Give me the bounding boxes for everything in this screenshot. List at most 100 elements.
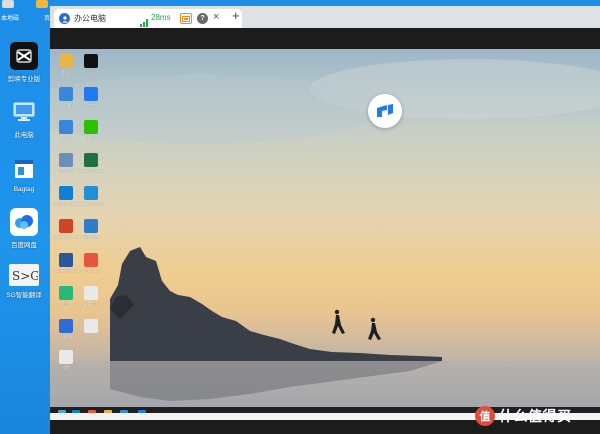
remote-desktop-icon[interactable]: QQ (78, 54, 104, 74)
remote-icon-label: 文档 (62, 366, 70, 370)
remote-icon-label: Microsoft Excel 2010 (78, 169, 104, 173)
remote-icon-label: QQ (88, 70, 94, 74)
user-icon (59, 13, 70, 24)
host-top-strip: 本地磁 页 (0, 0, 52, 22)
powerpoint-icon (59, 219, 73, 233)
wechat-icon (84, 120, 98, 134)
baidu-netdisk-icon (10, 208, 38, 236)
host-icon-label: 百度网盘 (11, 242, 37, 249)
this-pc-icon (10, 98, 38, 126)
remote-desktop-icon[interactable]: 新建文本 (78, 286, 104, 306)
remote-desktop-icon[interactable]: Microsoft PowerPoint (53, 219, 79, 239)
host-icon-this-pc[interactable]: 此电脑 (2, 98, 46, 139)
host-icon-translate[interactable]: S>G SG智能翻译 (2, 264, 46, 299)
edge-icon (59, 186, 73, 200)
letterbox-top (50, 28, 600, 49)
folder-icon (59, 54, 73, 68)
excel-icon (84, 153, 98, 167)
remote-desktop-icon[interactable]: 微信 (78, 120, 104, 140)
host-icon-label: Bagtag (13, 186, 35, 193)
remote-screen[interactable]: 回收站 QQ 此电脑 ToDesk 网络 微信控制面板 Microsoft Excel 20… (50, 49, 600, 413)
remote-desktop-icon[interactable]: 远程桌面 (78, 219, 104, 239)
app-icon[interactable] (120, 410, 128, 413)
signal-icon (140, 14, 149, 27)
wps-icon (84, 253, 98, 267)
todesk-icon (84, 87, 98, 101)
remote-icon-label: 向日葵 (60, 302, 72, 306)
document-icon (84, 319, 98, 333)
latency-readout: 28ms (151, 13, 171, 22)
fps-icon[interactable] (180, 13, 192, 24)
remote-desktop-icon[interactable]: 百度网盘 (53, 319, 79, 339)
text-file-icon (84, 286, 98, 300)
remote-desktop-icon (84, 219, 98, 233)
host-icon-baidu-netdisk[interactable]: 百度网盘 (2, 208, 46, 249)
remote-icon-label: 新建文本 (84, 302, 98, 306)
wps-icon[interactable] (88, 410, 96, 413)
qq-icon (84, 54, 98, 68)
network-icon (59, 120, 73, 134)
remote-icon-label: Microsoft PowerPoint (53, 235, 79, 239)
remote-icon-label: 控制面板 (59, 169, 73, 173)
folder-icon[interactable] (36, 0, 48, 8)
word-icon (59, 253, 73, 267)
todesk-logo-icon[interactable] (368, 94, 402, 128)
remote-icon-label: 百度网盘 (59, 335, 73, 339)
remote-icon-label: WPS Office (81, 269, 101, 273)
close-icon[interactable]: × (213, 11, 219, 23)
host-top-label: 本地磁 (1, 16, 20, 22)
remote-icon-label: Internet Explorer (78, 202, 104, 206)
watermark: 值 什么值得买 (475, 405, 572, 427)
remote-icon-label: 文档 (87, 335, 95, 339)
sunlogin-icon (59, 286, 73, 300)
remote-desktop-icon[interactable]: 向日葵 (53, 286, 79, 306)
host-icon-label: 此电脑 (14, 132, 34, 139)
file-explorer-icon[interactable] (104, 410, 112, 413)
app-window-icon (10, 155, 38, 183)
host-icon-label: SG智能翻译 (6, 292, 42, 299)
remote-desktop-icon[interactable]: 网络 (53, 120, 79, 140)
new-tab-button[interactable]: + (232, 8, 240, 23)
search-app-icon (59, 319, 73, 333)
remote-desktop-window: 办公电脑 28ms ? × + 回收站 QQ 此电脑 ToDesk 网络 微信 … (50, 6, 600, 434)
drive-icon[interactable] (2, 0, 14, 8)
remote-desktop-icon[interactable]: Internet Explorer (78, 186, 104, 206)
remote-desktop-icon[interactable]: 此电脑 (53, 87, 79, 107)
tab-office-pc[interactable]: 办公电脑 28ms ? × (54, 9, 242, 28)
remote-desktop-icon[interactable]: 控制面板 (53, 153, 79, 173)
watermark-text: 什么值得买 (499, 408, 572, 424)
remote-icon-label: 远程桌面 (84, 235, 98, 239)
remote-icon-label: Microsoft Word 2010 (53, 269, 79, 273)
tab-bar: 办公电脑 28ms ? × + (50, 6, 600, 28)
remote-icon-label: 网络 (62, 136, 70, 140)
edge-icon[interactable] (72, 410, 80, 413)
remote-desktop-icon[interactable]: ToDesk (78, 87, 104, 107)
capcut-icon (10, 42, 38, 70)
svg-text:S>G: S>G (12, 269, 38, 283)
remote-desktop-icon[interactable]: Microsoft Word 2010 (53, 253, 79, 273)
host-icon-bagtag[interactable]: Bagtag (2, 155, 46, 193)
translate-icon: S>G (9, 264, 39, 286)
remote-icon-label: 微信 (87, 136, 95, 140)
host-icon-capcut[interactable]: 剪映专业版 (2, 42, 46, 83)
this-pc-icon (59, 87, 73, 101)
remote-desktop-icon[interactable]: Microsoft Excel 2010 (78, 153, 104, 173)
todesk-icon[interactable] (138, 410, 146, 413)
remote-desktop-icon[interactable]: Microsoft Edge (53, 186, 79, 206)
help-icon[interactable]: ? (197, 13, 208, 24)
document-icon (59, 350, 73, 364)
wallpaper-scene (50, 59, 600, 413)
host-icon-label: 剪映专业版 (7, 76, 41, 83)
remote-desktop-icon[interactable]: 文档 (78, 319, 104, 339)
smzdm-logo-icon: 值 (475, 406, 495, 426)
start-icon[interactable] (58, 410, 66, 413)
control-panel-icon (59, 153, 73, 167)
ie-icon (84, 186, 98, 200)
remote-desktop-icon[interactable]: 文档 (53, 350, 79, 370)
tab-title: 办公电脑 (74, 14, 106, 23)
remote-icon-label: 回收站 (60, 70, 72, 74)
remote-icon-label: ToDesk (85, 103, 97, 107)
remote-icon-label: Microsoft Edge (54, 202, 78, 206)
remote-desktop-icon[interactable]: WPS Office (78, 253, 104, 273)
remote-desktop-icon[interactable]: 回收站 (53, 54, 79, 74)
